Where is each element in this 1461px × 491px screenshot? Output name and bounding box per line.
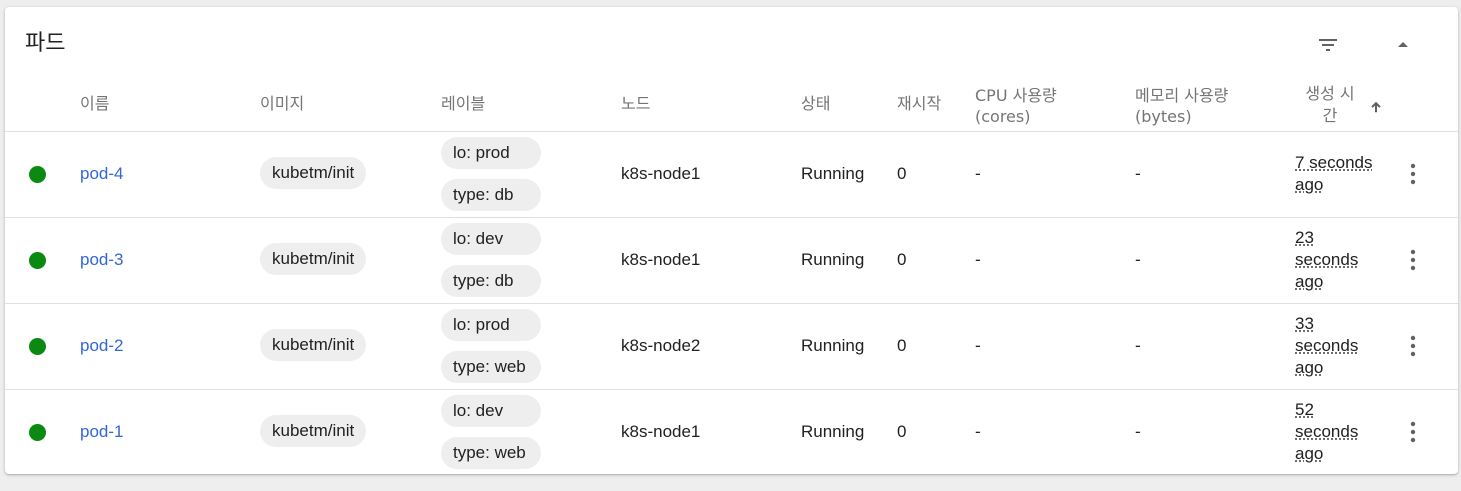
age-line: 23 <box>1295 228 1314 247</box>
pod-name-link[interactable]: pod-2 <box>80 335 123 357</box>
restarts-value: 0 <box>897 422 907 441</box>
more-vert-icon <box>1410 163 1416 185</box>
table-row: pod-2 kubetm/init lo: prod type: web k8s… <box>5 303 1458 390</box>
age-line: 52 <box>1295 400 1314 419</box>
more-actions-button[interactable] <box>1401 330 1425 362</box>
age-line: 7 seconds <box>1295 153 1373 172</box>
cpu-value: - <box>975 164 981 183</box>
memory-value: - <box>1135 164 1141 183</box>
collapse-button[interactable] <box>1387 29 1419 61</box>
more-actions-button[interactable] <box>1401 244 1425 276</box>
arrow-upward-icon[interactable] <box>1369 100 1383 114</box>
column-header-node: 노드 <box>621 94 651 113</box>
node-value: k8s-node1 <box>621 250 701 269</box>
memory-header-line2: (bytes) <box>1135 107 1192 126</box>
created-header-line2: 간 <box>1322 106 1338 125</box>
column-header-status: 상태 <box>801 94 831 113</box>
label-chip: type: db <box>441 265 541 297</box>
status-value: Running <box>801 336 865 355</box>
age-value: 7 seconds ago <box>1295 152 1375 196</box>
age-line: ago <box>1295 358 1324 377</box>
status-value: Running <box>801 164 865 183</box>
label-chip: lo: dev <box>441 395 541 427</box>
memory-value: - <box>1135 250 1141 269</box>
filter-button[interactable] <box>1312 29 1344 61</box>
label-chip: lo: dev <box>441 223 541 255</box>
pod-name-link[interactable]: pod-1 <box>80 421 123 443</box>
age-line: seconds <box>1295 422 1359 441</box>
age-line: ago <box>1295 175 1324 194</box>
age-line: ago <box>1295 444 1324 463</box>
restarts-value: 0 <box>897 164 907 183</box>
table-header: 이름 이미지 레이블 노드 상태 재시작 CPU 사용량 (cores) 메모리… <box>5 81 1458 132</box>
memory-value: - <box>1135 422 1141 441</box>
table-row: pod-1 kubetm/init lo: dev type: web k8s-… <box>5 389 1458 474</box>
restarts-value: 0 <box>897 336 907 355</box>
column-header-restarts: 재시작 <box>897 94 942 113</box>
image-chip: kubetm/init <box>260 243 367 275</box>
column-header-labels: 레이블 <box>441 94 486 113</box>
node-value: k8s-node1 <box>621 422 701 441</box>
age-value: 52 seconds ago <box>1295 399 1375 465</box>
arrow-drop-up-icon <box>1398 42 1408 47</box>
age-line: seconds <box>1295 336 1359 355</box>
pod-name-link[interactable]: pod-4 <box>80 163 123 185</box>
label-chip: lo: prod <box>441 309 541 341</box>
status-value: Running <box>801 250 865 269</box>
created-header-line1: 생성 시 <box>1305 84 1355 103</box>
cpu-value: - <box>975 336 981 355</box>
image-chip: kubetm/init <box>260 415 367 447</box>
table-row: pod-4 kubetm/init lo: prod type: db k8s-… <box>5 131 1458 218</box>
cpu-value: - <box>975 250 981 269</box>
status-running-icon <box>29 338 46 355</box>
column-header-memory: 메모리 사용량 (bytes) <box>1135 85 1228 127</box>
image-chip: kubetm/init <box>260 157 367 189</box>
node-value: k8s-node2 <box>621 336 701 355</box>
more-vert-icon <box>1410 421 1416 443</box>
age-line: seconds <box>1295 250 1359 269</box>
age-value: 23 seconds ago <box>1295 227 1375 293</box>
memory-header-line1: 메모리 사용량 <box>1135 86 1229 105</box>
age-line: ago <box>1295 272 1324 291</box>
label-chip: type: web <box>441 437 541 469</box>
filter-list-icon <box>1319 39 1337 51</box>
age-line: 33 <box>1295 314 1314 333</box>
status-running-icon <box>29 252 46 269</box>
status-value: Running <box>801 422 865 441</box>
column-header-created[interactable]: 생성 시 간 <box>1295 83 1365 127</box>
status-running-icon <box>29 166 46 183</box>
node-value: k8s-node1 <box>621 164 701 183</box>
column-header-name[interactable]: 이름 <box>80 93 109 115</box>
card-title: 파드 <box>25 31 66 56</box>
more-actions-button[interactable] <box>1401 158 1425 190</box>
cpu-header-line2: (cores) <box>975 107 1031 126</box>
more-actions-button[interactable] <box>1401 416 1425 448</box>
restarts-value: 0 <box>897 250 907 269</box>
cpu-header-line1: CPU 사용량 <box>975 86 1057 105</box>
pod-name-link[interactable]: pod-3 <box>80 249 123 271</box>
cpu-value: - <box>975 422 981 441</box>
column-header-cpu: CPU 사용량 (cores) <box>975 85 1057 127</box>
image-chip: kubetm/init <box>260 329 367 361</box>
label-chip: type: web <box>441 351 541 383</box>
label-chip: lo: prod <box>441 137 541 169</box>
more-vert-icon <box>1410 335 1416 357</box>
label-chip: type: db <box>441 179 541 211</box>
status-running-icon <box>29 424 46 441</box>
card-header: 파드 <box>5 7 1458 81</box>
memory-value: - <box>1135 336 1141 355</box>
age-value: 33 seconds ago <box>1295 313 1375 379</box>
pods-card: 파드 이름 이미지 레이블 노드 상태 재시작 CPU 사용량 (cores) … <box>5 7 1458 474</box>
column-header-image: 이미지 <box>260 94 305 113</box>
table-row: pod-3 kubetm/init lo: dev type: db k8s-n… <box>5 217 1458 304</box>
more-vert-icon <box>1410 249 1416 271</box>
